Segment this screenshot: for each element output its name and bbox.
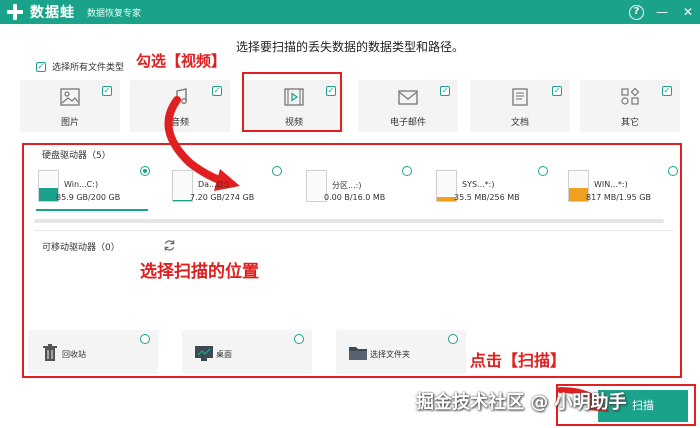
recycle-bin-icon — [43, 344, 57, 361]
drive-radio[interactable] — [538, 166, 548, 176]
drive-size: 35.5 MB/256 MB — [454, 193, 520, 202]
drive-radio-selected[interactable] — [140, 166, 150, 176]
app-logo: 数据蛙 — [6, 2, 75, 22]
annotation-choose-location: 选择扫描的位置 — [140, 262, 259, 282]
image-icon — [60, 88, 80, 106]
window-controls: ? — ✕ — [629, 0, 696, 24]
location-radio[interactable] — [140, 334, 150, 344]
drive-radio[interactable] — [668, 166, 678, 176]
drive-radio[interactable] — [272, 166, 282, 176]
document-icon — [512, 88, 528, 106]
file-type-other[interactable]: ✓ 其它 — [580, 80, 680, 132]
drive-item[interactable]: Win...C:) 85.9 GB/200 GB — [28, 166, 148, 208]
annotation-click-scan: 点击【扫描】 — [470, 351, 567, 370]
drive-size: 817 MB/1.95 GB — [586, 193, 651, 202]
image-checkbox[interactable]: ✓ — [102, 86, 112, 96]
mail-icon — [398, 90, 418, 105]
title-bar: 数据蛙 数据恢复专家 ? — ✕ — [0, 0, 700, 24]
selected-drive-underline — [36, 209, 148, 211]
select-all-checkbox[interactable]: ✓ 选择所有文件类型 — [36, 60, 124, 73]
app-name: 数据蛙 — [30, 5, 75, 21]
drive-radio[interactable] — [402, 166, 412, 176]
drive-name: SYS...*:) — [462, 180, 495, 189]
location-radio[interactable] — [448, 334, 458, 344]
checkbox-icon[interactable]: ✓ — [36, 61, 46, 72]
drives-scrollbar[interactable] — [34, 219, 664, 223]
email-checkbox[interactable]: ✓ — [440, 86, 450, 96]
page-instruction: 选择要扫描的丢失数据的数据类型和路径。 — [235, 40, 464, 54]
removable-drives-title: 可移动驱动器（0） — [42, 243, 120, 253]
file-type-email[interactable]: ✓ 电子邮件 — [358, 80, 458, 132]
file-type-label: 电子邮件 — [389, 118, 426, 128]
drive-name: Da...D:) — [198, 180, 229, 189]
location-recycle-bin[interactable]: 回收站 — [28, 330, 158, 374]
other-icon — [621, 87, 640, 105]
plus-logo-icon — [6, 3, 24, 21]
document-checkbox[interactable]: ✓ — [552, 86, 562, 96]
location-label: 选择文件夹 — [370, 350, 410, 359]
app-subtitle: 数据恢复专家 — [87, 8, 142, 19]
divider — [34, 230, 674, 231]
refresh-icon[interactable] — [163, 239, 176, 252]
video-highlight-box — [242, 72, 342, 132]
drive-size: 7.20 GB/274 GB — [190, 193, 255, 202]
help-icon[interactable]: ? — [629, 4, 644, 20]
drive-name: WIN...*:) — [594, 180, 628, 189]
drive-name: Win...C:) — [64, 180, 99, 189]
folder-icon — [349, 347, 367, 360]
location-radio[interactable] — [294, 334, 304, 344]
drive-item[interactable]: WIN...*:) 817 MB/1.95 GB — [558, 166, 678, 208]
file-type-image[interactable]: ✓ 图片 — [20, 80, 120, 132]
drive-item[interactable]: Da...D:) 7.20 GB/274 GB — [162, 166, 282, 208]
hard-drives-title: 硬盘驱动器（5） — [42, 151, 111, 161]
drive-name: 分区...:) — [332, 181, 362, 190]
location-desktop[interactable]: 桌面 — [182, 330, 312, 374]
location-label: 回收站 — [62, 350, 86, 359]
drive-size: 85.9 GB/200 GB — [56, 193, 121, 202]
file-type-label: 其它 — [620, 118, 639, 128]
location-label: 桌面 — [216, 350, 232, 359]
file-type-label: 文档 — [510, 118, 529, 128]
annotation-check-video: 勾选【视频】 — [136, 52, 227, 70]
drive-size: 0.00 B/16.0 MB — [324, 193, 386, 202]
drive-item[interactable]: 分区...:) 0.00 B/16.0 MB — [296, 166, 416, 208]
minimize-icon[interactable]: — — [654, 4, 670, 20]
watermark-text: 掘金技术社区 @ 小明助手 — [416, 392, 627, 413]
file-type-document[interactable]: ✓ 文档 — [470, 80, 570, 132]
location-choose-folder[interactable]: 选择文件夹 — [336, 330, 466, 374]
file-type-label: 图片 — [60, 118, 79, 128]
other-checkbox[interactable]: ✓ — [662, 86, 672, 96]
drive-item[interactable]: SYS...*:) 35.5 MB/256 MB — [426, 166, 546, 208]
close-icon[interactable]: ✕ — [680, 4, 696, 20]
desktop-icon — [195, 346, 213, 361]
select-all-label: 选择所有文件类型 — [52, 63, 125, 73]
